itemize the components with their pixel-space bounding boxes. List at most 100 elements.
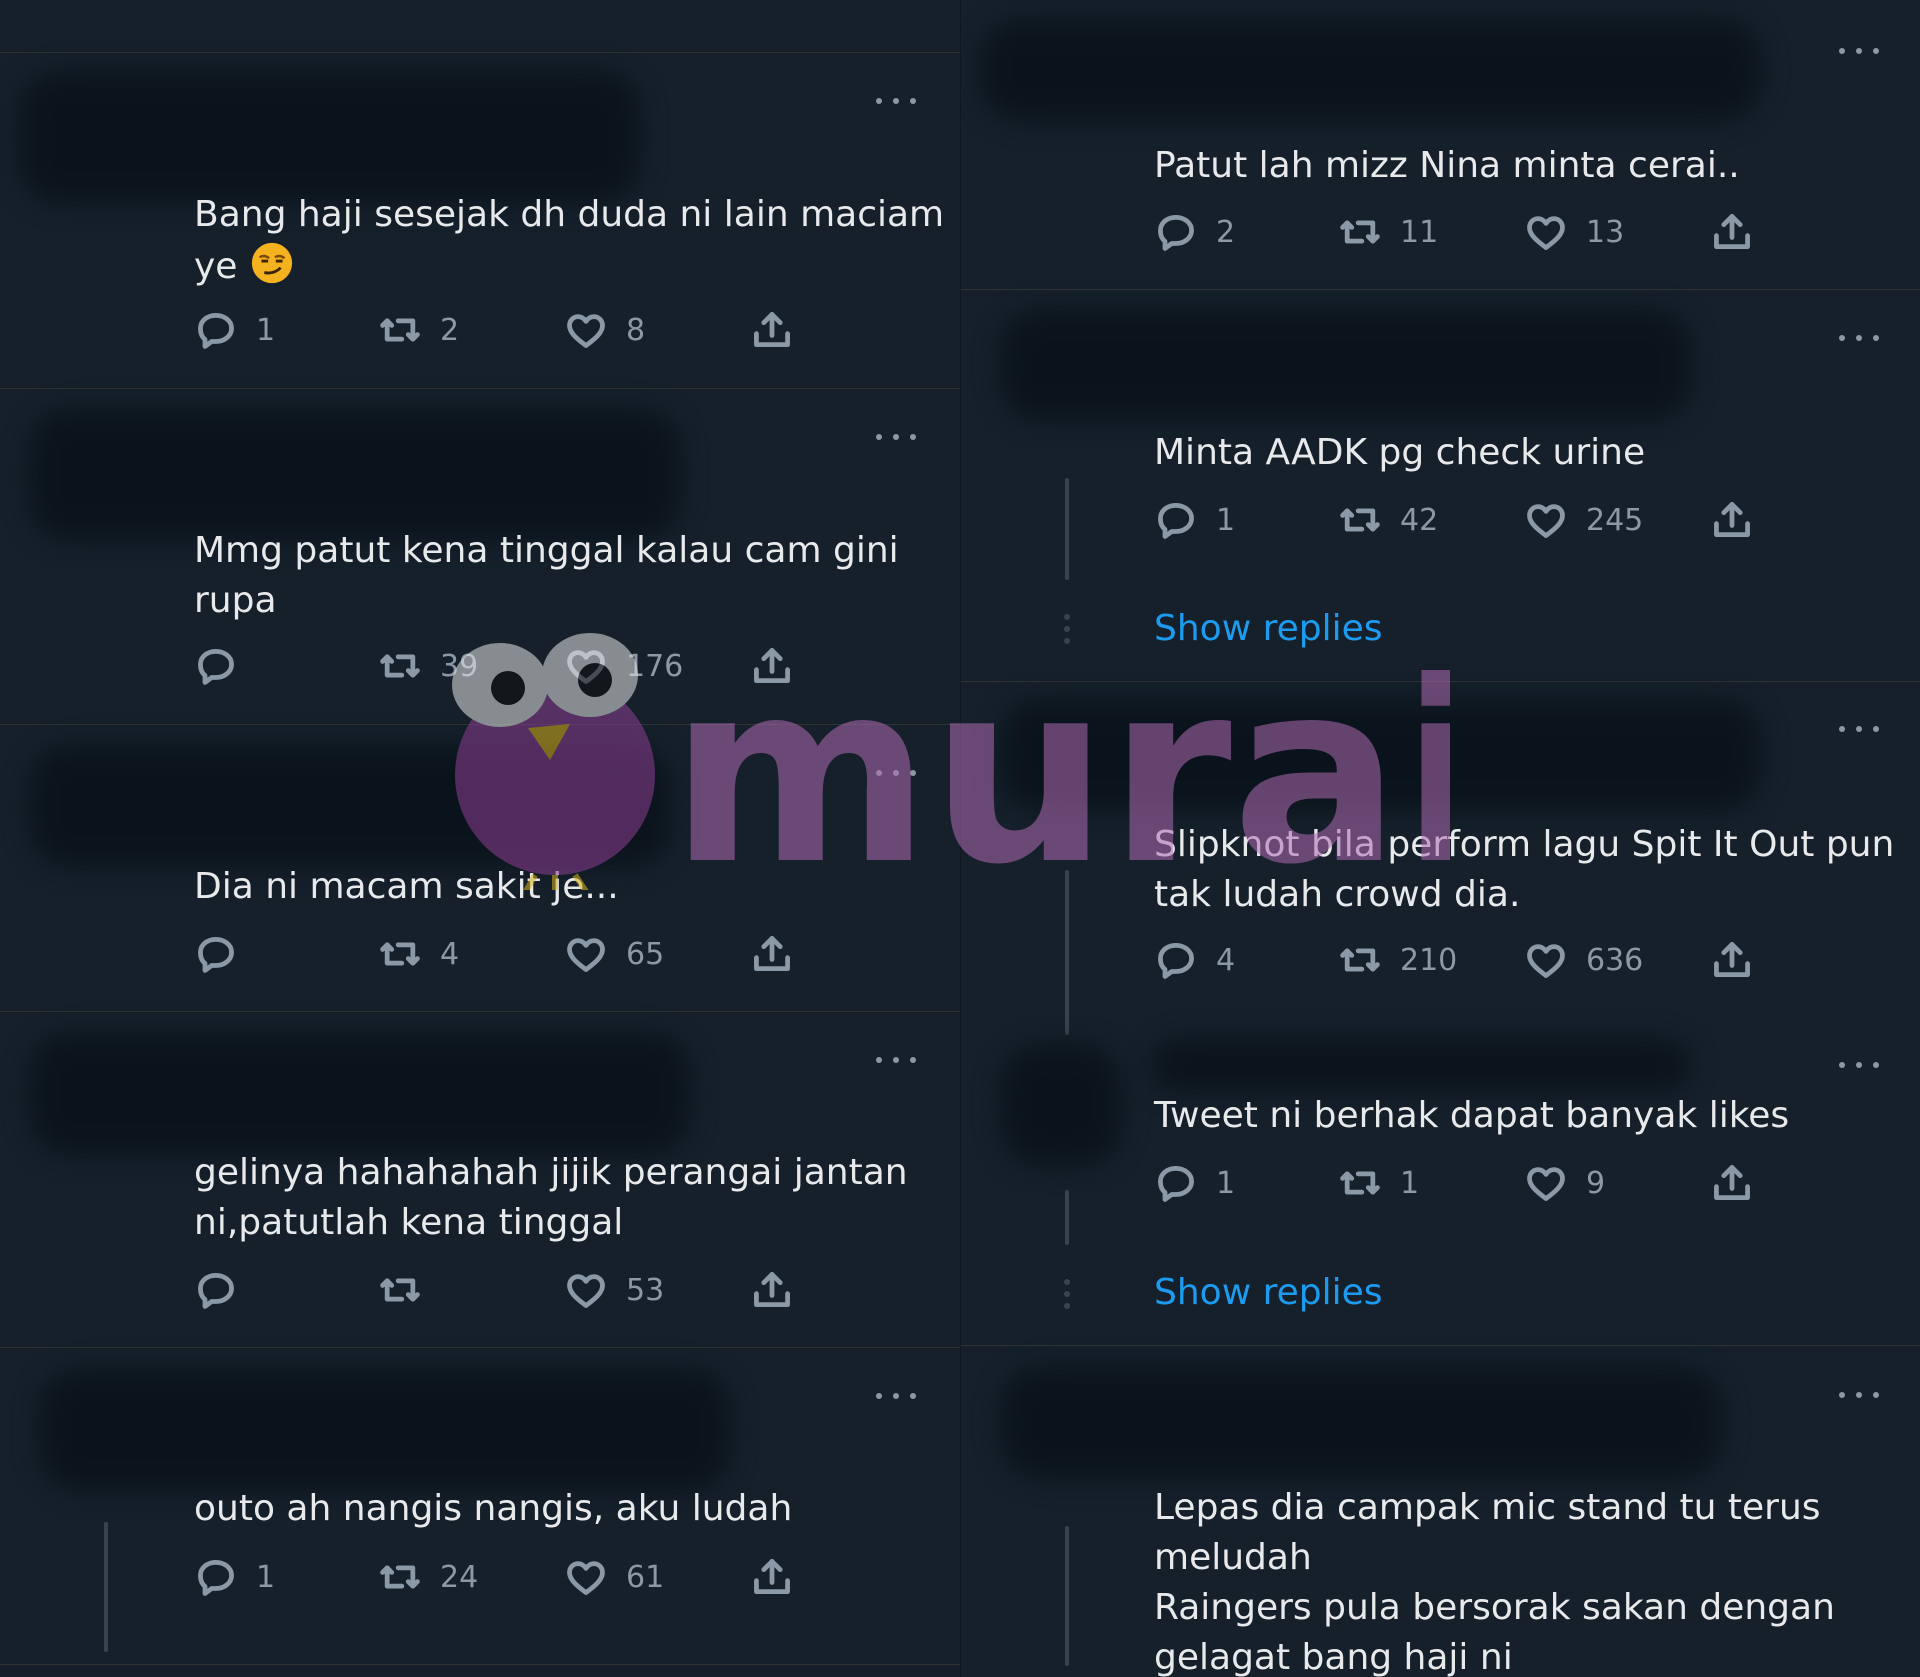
- reply-button[interactable]: 1: [194, 1555, 275, 1599]
- reply-icon: [194, 932, 238, 976]
- share-icon: [750, 644, 794, 688]
- redacted-user-info: [1001, 1368, 1721, 1478]
- reply-button[interactable]: [194, 644, 256, 688]
- like-icon: [564, 644, 608, 688]
- like-button[interactable]: 53: [564, 1268, 664, 1312]
- share-button[interactable]: [750, 644, 794, 688]
- retweet-icon: [1338, 210, 1382, 254]
- thread-line: [104, 1522, 108, 1652]
- share-button[interactable]: [1710, 210, 1754, 254]
- redacted-user-info: [981, 20, 1761, 120]
- share-button[interactable]: [750, 932, 794, 976]
- reply-count: 1: [1216, 1165, 1236, 1201]
- share-button[interactable]: [750, 308, 794, 352]
- more-options-icon[interactable]: [876, 430, 916, 444]
- more-options-icon[interactable]: [876, 766, 916, 780]
- tweet-text: Bang haji sesejak dh duda ni lain maciam…: [194, 194, 945, 287]
- tweet-divider: [0, 1011, 960, 1012]
- tweet-text: gelinya hahahahah jijik perangai jantan …: [194, 1152, 908, 1243]
- like-count: 636: [1586, 942, 1644, 978]
- tweet-text: Mmg patut kena tinggal kalau cam gini ru…: [194, 530, 899, 621]
- reply-button[interactable]: 4: [1154, 938, 1235, 982]
- retweet-button[interactable]: 2: [378, 308, 459, 352]
- share-button[interactable]: [1710, 938, 1754, 982]
- tweet-text: outo ah nangis nangis, aku ludah: [194, 1488, 793, 1529]
- tweet-actions: 53: [194, 1268, 834, 1312]
- like-button[interactable]: 245: [1524, 498, 1643, 542]
- tweet-actions: 1 1 9: [1154, 1161, 1794, 1205]
- retweet-count: 210: [1400, 942, 1458, 978]
- more-options-icon[interactable]: [1839, 722, 1879, 736]
- like-button[interactable]: 636: [1524, 938, 1643, 982]
- reply-count: 1: [256, 312, 276, 348]
- reply-button[interactable]: 1: [1154, 1161, 1235, 1205]
- reply-button[interactable]: 2: [1154, 210, 1235, 254]
- reply-button[interactable]: 1: [194, 308, 275, 352]
- redacted-avatar: [1001, 1045, 1121, 1165]
- like-count: 13: [1586, 214, 1625, 250]
- reply-button[interactable]: 1: [1154, 498, 1235, 542]
- more-options-icon[interactable]: [876, 94, 916, 108]
- reply-button[interactable]: [194, 932, 256, 976]
- tweet-divider: [0, 388, 960, 389]
- retweet-icon: [378, 1555, 422, 1599]
- retweet-icon: [1338, 1161, 1382, 1205]
- like-icon: [564, 932, 608, 976]
- retweet-button[interactable]: 210: [1338, 938, 1457, 982]
- like-icon: [1524, 498, 1568, 542]
- like-button[interactable]: 61: [564, 1555, 664, 1599]
- more-options-icon[interactable]: [1839, 1388, 1879, 1402]
- tweet-actions: 1 2 8: [194, 308, 834, 352]
- retweet-count: 11: [1400, 214, 1439, 250]
- tweet-actions: 1 24 61: [194, 1555, 834, 1599]
- share-button[interactable]: [1710, 498, 1754, 542]
- like-count: 245: [1586, 502, 1644, 538]
- more-options-icon[interactable]: [1839, 44, 1879, 58]
- like-count: 53: [626, 1272, 665, 1308]
- reply-icon: [194, 644, 238, 688]
- retweet-button[interactable]: 4: [378, 932, 459, 976]
- show-replies-link[interactable]: Show replies: [1154, 608, 1383, 649]
- like-button[interactable]: 65: [564, 932, 664, 976]
- show-replies-link[interactable]: Show replies: [1154, 1272, 1383, 1313]
- reply-count: 1: [1216, 502, 1236, 538]
- retweet-button[interactable]: [378, 1268, 440, 1312]
- like-button[interactable]: 176: [564, 644, 683, 688]
- retweet-button[interactable]: 24: [378, 1555, 478, 1599]
- retweet-button[interactable]: 42: [1338, 498, 1438, 542]
- more-options-icon[interactable]: [1839, 331, 1879, 345]
- retweet-button[interactable]: 1: [1338, 1161, 1419, 1205]
- thread-line: [1065, 870, 1069, 1035]
- tweet-actions: 4 210 636: [1154, 938, 1794, 982]
- retweet-button[interactable]: 11: [1338, 210, 1438, 254]
- tweet-text: Dia ni macam sakit je...: [194, 866, 619, 907]
- like-count: 9: [1586, 1165, 1606, 1201]
- thread-dots-icon: [1064, 614, 1070, 644]
- share-button[interactable]: [1710, 1161, 1754, 1205]
- thread-line: [1065, 1526, 1069, 1666]
- like-button[interactable]: 8: [564, 308, 645, 352]
- reply-button[interactable]: [194, 1268, 256, 1312]
- more-options-icon[interactable]: [1839, 1058, 1879, 1072]
- retweet-icon: [1338, 938, 1382, 982]
- share-button[interactable]: [750, 1555, 794, 1599]
- tweet-divider: [0, 1347, 960, 1348]
- reply-icon: [1154, 210, 1198, 254]
- retweet-count: 4: [440, 936, 460, 972]
- tweet-divider: [0, 52, 960, 53]
- more-options-icon[interactable]: [876, 1389, 916, 1403]
- retweet-button[interactable]: 39: [378, 644, 478, 688]
- redacted-user-info: [40, 1370, 730, 1490]
- reply-icon: [1154, 938, 1198, 982]
- share-button[interactable]: [750, 1268, 794, 1312]
- more-options-icon[interactable]: [876, 1053, 916, 1067]
- tweet-divider: [961, 1345, 1920, 1346]
- retweet-count: 39: [440, 648, 479, 684]
- retweet-icon: [378, 932, 422, 976]
- tweet-divider: [961, 289, 1920, 290]
- share-icon: [750, 308, 794, 352]
- redacted-user-info: [1151, 1040, 1691, 1090]
- right-screenshot-panel: Patut lah mizz Nina minta cerai.. 2 11 1…: [960, 0, 1920, 1677]
- like-button[interactable]: 13: [1524, 210, 1624, 254]
- like-button[interactable]: 9: [1524, 1161, 1605, 1205]
